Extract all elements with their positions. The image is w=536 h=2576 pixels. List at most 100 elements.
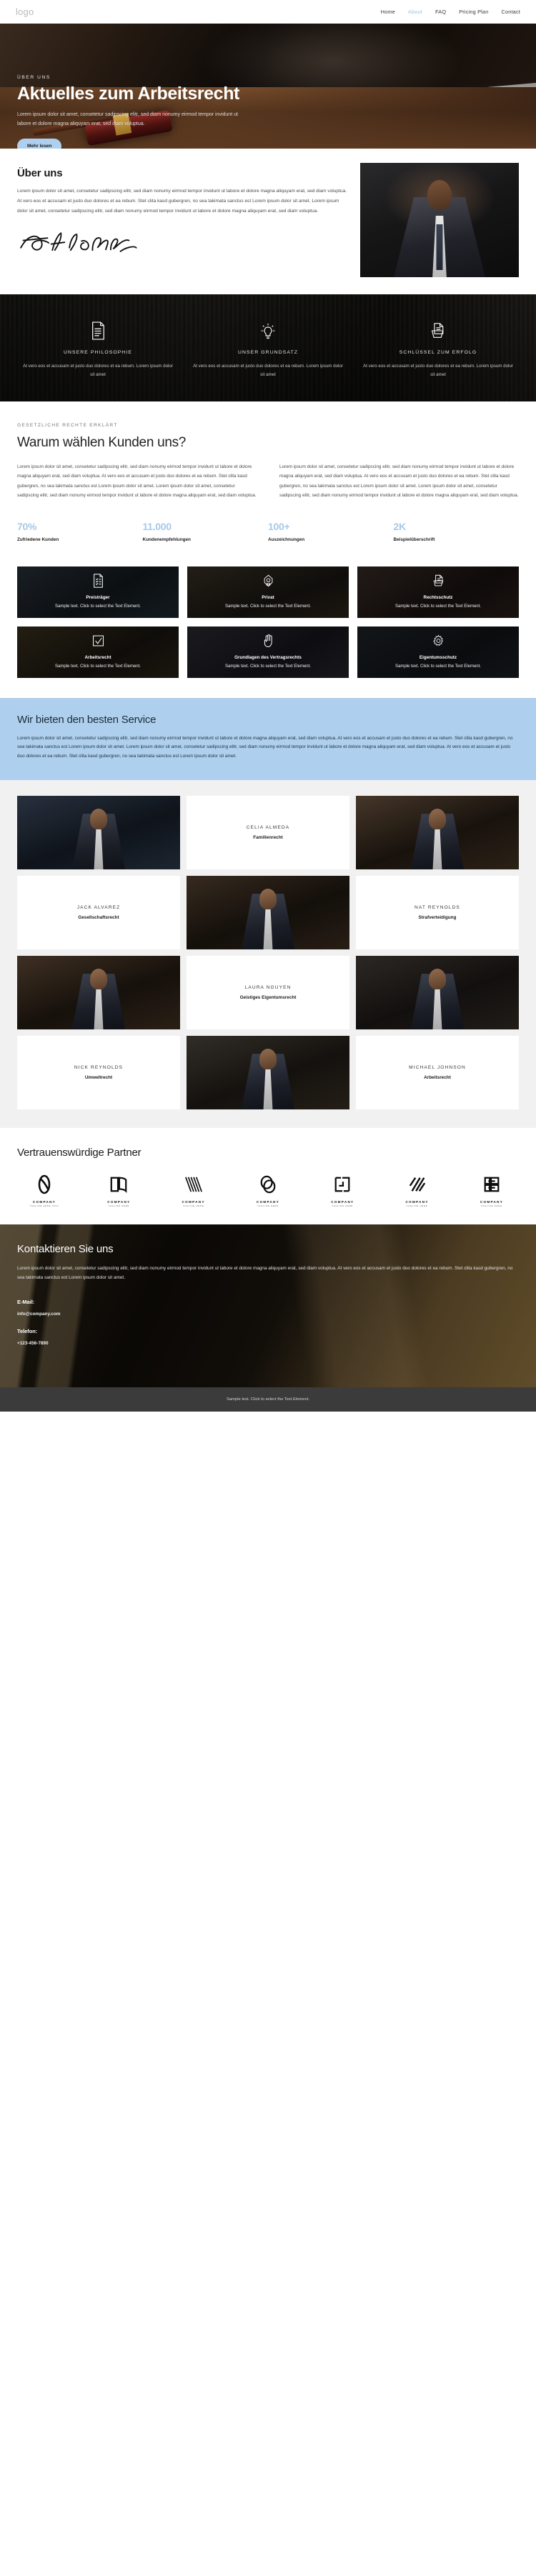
team-member-name: JACK ALVAREZ bbox=[76, 905, 121, 911]
partner-tagline: TAGLINE HERE bbox=[332, 1205, 354, 1208]
double-circle-logo bbox=[241, 1173, 295, 1196]
phone-value[interactable]: +123-456-7890 bbox=[17, 1341, 519, 1346]
feature-title: UNSERE PHILOSOPHIE bbox=[63, 350, 133, 355]
gallery-card-vertragsrecht[interactable]: Grundlagen des Vertragsrechts Sample tex… bbox=[187, 626, 349, 678]
gallery-card-eigentumsschutz[interactable]: Eigentumsschutz Sample text. Click to se… bbox=[357, 626, 519, 678]
why-section: GESETZLICHE RECHTE ERKLÄRT Warum wählen … bbox=[0, 401, 536, 509]
partner-name: COMPANY bbox=[256, 1200, 280, 1204]
team-member-card[interactable]: CELIA ALMEDA Familienrecht bbox=[187, 796, 349, 870]
stat-label: Beispielüberschrift bbox=[393, 536, 435, 542]
stat-label: Auszeichnungen bbox=[268, 536, 305, 542]
site-header: logo Home About FAQ Pricing Plan Contact bbox=[0, 0, 536, 24]
team-photo bbox=[17, 796, 180, 870]
landing-page: logo Home About FAQ Pricing Plan Contact… bbox=[0, 0, 536, 1412]
nav-item-about[interactable]: About bbox=[408, 9, 422, 15]
stat-value: 70% bbox=[17, 520, 37, 532]
gallery-card-text: Sample text. Click to select the Text El… bbox=[395, 664, 481, 669]
striped-v-logo bbox=[167, 1173, 221, 1196]
team-member-role: Strafverteidigung bbox=[418, 915, 457, 921]
team-section: CELIA ALMEDA Familienrecht JACK ALVAREZ … bbox=[0, 780, 536, 1129]
team-member-name: NAT REYNOLDS bbox=[415, 905, 460, 911]
features-section: UNSERE PHILOSOPHIE At vero eos et accusa… bbox=[0, 294, 536, 401]
feature-text: At vero eos et accusam et justo duo dolo… bbox=[23, 364, 173, 378]
document-stack-icon bbox=[432, 574, 445, 591]
about-section: Über uns Lorem ipsum dolor sit amet, con… bbox=[0, 149, 536, 294]
gallery-card-privat[interactable]: Privat Sample text. Click to select the … bbox=[187, 566, 349, 618]
stat-item: 2K Beispielüberschrift bbox=[394, 521, 520, 542]
gallery-card-text: Sample text. Click to select the Text El… bbox=[55, 664, 141, 669]
gallery-card-text: Sample text. Click to select the Text El… bbox=[225, 664, 311, 669]
handshake-icon bbox=[262, 574, 274, 591]
feature-title: SCHLÜSSEL ZUM ERFOLG bbox=[399, 350, 477, 355]
nav-item-contact[interactable]: Contact bbox=[501, 9, 520, 15]
partner-name: COMPANY bbox=[32, 1200, 56, 1204]
team-photo bbox=[356, 956, 519, 1030]
main-navigation: Home About FAQ Pricing Plan Contact bbox=[381, 9, 520, 15]
partner-name: COMPANY bbox=[107, 1200, 131, 1204]
service-title: Wir bieten den besten Service bbox=[17, 713, 157, 726]
service-text: Lorem ipsum dolor sit amet, consetetur s… bbox=[17, 735, 513, 759]
partner-name: COMPANY bbox=[405, 1200, 429, 1204]
about-title: Über uns bbox=[17, 167, 63, 179]
email-label: E-Mail: bbox=[17, 1298, 35, 1305]
partner-logo[interactable]: COMPANY TAGLINE HERE bbox=[465, 1173, 519, 1207]
partner-logo[interactable]: COMPANY TAGLINE HERE bbox=[91, 1173, 146, 1207]
team-member-role: Umweltrecht bbox=[84, 1075, 113, 1081]
blocks-b-logo bbox=[465, 1173, 519, 1196]
team-member-card[interactable]: NICK REYNOLDS Umweltrecht bbox=[17, 1036, 180, 1110]
team-photo bbox=[187, 1036, 349, 1110]
read-more-button[interactable]: Mehr lesen bbox=[17, 139, 62, 149]
team-member-name: LAURA NGUYEN bbox=[244, 985, 292, 991]
gallery-card-title: Eigentumsschutz bbox=[419, 655, 457, 661]
phone-label: Telefon: bbox=[17, 1327, 38, 1334]
why-column-2: Lorem ipsum dolor sit amet, consetetur s… bbox=[279, 464, 519, 499]
team-member-card[interactable]: LAURA NGUYEN Geistiges Eigentumsrecht bbox=[187, 956, 349, 1030]
gallery-card-rechtsschutz[interactable]: Rechtsschutz Sample text. Click to selec… bbox=[357, 566, 519, 618]
nav-item-home[interactable]: Home bbox=[381, 9, 395, 15]
gallery-card-preistraeger[interactable]: Preisträger Sample text. Click to select… bbox=[17, 566, 179, 618]
partner-name: COMPANY bbox=[182, 1200, 205, 1204]
partner-logo[interactable]: COMPANY TAGLINE HERE bbox=[315, 1173, 369, 1207]
partner-logo[interactable]: COMPANY TAGLINE HERE bbox=[167, 1173, 221, 1207]
partner-tagline: TAGLINE HERE bbox=[182, 1205, 204, 1208]
document-lines-icon bbox=[21, 319, 174, 343]
team-member-card[interactable]: JACK ALVAREZ Gesellschaftsrecht bbox=[17, 876, 180, 950]
contact-lead: Lorem ipsum dolor sit amet, consetetur s… bbox=[17, 1266, 513, 1280]
partners-section: Vertrauenswürdige Partner COMPANY TAGLIN… bbox=[0, 1128, 536, 1225]
hero-section: ÜBER UNS Aktuelles zum Arbeitsrecht Lore… bbox=[0, 24, 536, 149]
partner-name: COMPANY bbox=[480, 1200, 504, 1204]
partner-logo[interactable]: COMPANY TAGLINE HERE bbox=[241, 1173, 295, 1207]
feature-title: UNSER GRUNDSATZ bbox=[238, 350, 298, 355]
feature-card: UNSERE PHILOSOPHIE At vero eos et accusa… bbox=[13, 319, 183, 380]
stat-value: 2K bbox=[393, 520, 407, 532]
team-member-role: Familienrecht bbox=[253, 835, 283, 841]
team-member-card[interactable]: NAT REYNOLDS Strafverteidigung bbox=[356, 876, 519, 950]
team-member-name: NICK REYNOLDS bbox=[74, 1065, 124, 1071]
team-member-card[interactable]: MICHAEL JOHNSON Arbeitsrecht bbox=[356, 1036, 519, 1110]
partner-logo[interactable]: COMPANY TAGLINE HERE bbox=[390, 1173, 445, 1207]
gallery-card-text: Sample text. Click to select the Text El… bbox=[225, 604, 311, 609]
stat-value: 11.000 bbox=[142, 520, 172, 532]
partner-tagline: TAGLINE HERE bbox=[257, 1205, 279, 1208]
partner-tagline: TAGLINE HERE bbox=[406, 1205, 428, 1208]
footer-text: Sample text. Click to select the Text El… bbox=[227, 1397, 309, 1402]
email-value[interactable]: info@company.com bbox=[17, 1312, 519, 1317]
team-photo bbox=[17, 956, 180, 1030]
gear-icon bbox=[432, 634, 445, 652]
nav-item-pricing-plan[interactable]: Pricing Plan bbox=[459, 9, 488, 15]
folder-document-icon bbox=[362, 319, 515, 343]
team-member-role: Geistiges Eigentumsrecht bbox=[239, 995, 297, 1001]
partners-title: Vertrauenswürdige Partner bbox=[17, 1147, 142, 1159]
hero-title: Aktuelles zum Arbeitsrecht bbox=[17, 84, 239, 104]
contact-title: Kontaktieren Sie uns bbox=[17, 1243, 114, 1256]
partner-logo[interactable]: COMPANY TAGLINE HERE 2022 bbox=[17, 1173, 71, 1207]
feature-text: At vero eos et accusam et justo duo dolo… bbox=[193, 364, 343, 378]
partner-tagline: TAGLINE HERE bbox=[108, 1205, 130, 1208]
site-logo[interactable]: logo bbox=[16, 6, 34, 17]
slash-lines-logo bbox=[390, 1173, 445, 1196]
nav-item-faq[interactable]: FAQ bbox=[435, 9, 446, 15]
about-paragraph: Lorem ipsum dolor sit amet, consetetur s… bbox=[17, 189, 347, 214]
gallery-card-arbeitsrecht[interactable]: Arbeitsrecht Sample text. Click to selec… bbox=[17, 626, 179, 678]
team-photo bbox=[187, 876, 349, 950]
team-member-name: CELIA ALMEDA bbox=[246, 825, 290, 831]
